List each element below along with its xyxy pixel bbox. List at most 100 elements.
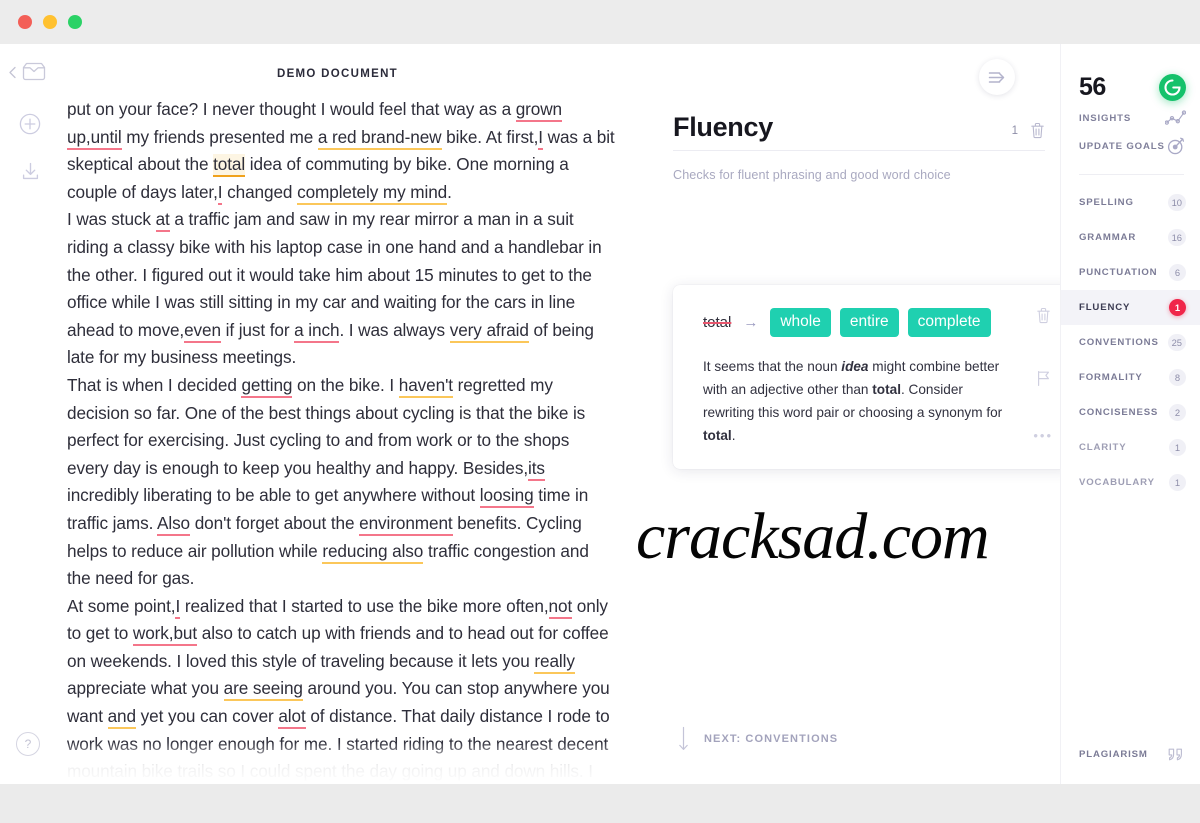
- left-rail: ?: [0, 44, 60, 784]
- document-run: I was stuck: [67, 209, 156, 230]
- document-issue-yellow[interactable]: very afraid: [449, 319, 529, 343]
- category-row-conciseness[interactable]: CONCISENESS 2: [1061, 395, 1200, 430]
- download-button[interactable]: [0, 148, 60, 194]
- category-row-conventions[interactable]: CONVENTIONS 25: [1061, 325, 1200, 360]
- category-row-clarity[interactable]: CLARITY 1: [1061, 430, 1200, 465]
- category-row-count: 16: [1167, 229, 1186, 246]
- help-button[interactable]: ?: [16, 732, 40, 756]
- document-issue-yellow[interactable]: a red brand-new: [317, 126, 442, 150]
- document-text[interactable]: put on your face? I never thought I woul…: [67, 96, 615, 784]
- document-issue-red[interactable]: a inch: [294, 319, 340, 343]
- next-category-label: NEXT: CONVENTIONS: [704, 733, 839, 745]
- document-issue-red[interactable]: alot: [278, 706, 306, 730]
- document-run: changed: [222, 181, 298, 202]
- category-row-count: 1: [1169, 474, 1186, 491]
- new-document-button[interactable]: [0, 100, 60, 148]
- trash-icon[interactable]: [1030, 122, 1045, 139]
- category-row-grammar[interactable]: GRAMMAR 16: [1061, 220, 1200, 255]
- category-row-label: VOCABULARY: [1079, 477, 1155, 488]
- explanation-fragment: It seems that the noun: [703, 358, 842, 374]
- update-goals-row[interactable]: UPDATE GOALS: [1061, 132, 1200, 160]
- arrow-right-icon: →: [743, 313, 759, 331]
- insights-row[interactable]: INSIGHTS: [1061, 104, 1200, 132]
- plagiarism-row[interactable]: PLAGIARISM: [1061, 747, 1200, 762]
- document-title: DEMO DOCUMENT: [276, 68, 399, 80]
- category-row-count: 1: [1169, 299, 1186, 316]
- suggestion-chip-2[interactable]: complete: [907, 308, 991, 337]
- category-row-label: CONVENTIONS: [1079, 337, 1159, 348]
- document-paragraph: I was stuck at a traffic jam and saw in …: [67, 206, 615, 372]
- category-row-fluency[interactable]: FLUENCY 1: [1061, 290, 1200, 325]
- document-issue-yellow[interactable]: are seeing: [223, 678, 303, 702]
- document-issue-active[interactable]: total: [213, 154, 245, 178]
- document-issue-red[interactable]: at: [155, 209, 170, 233]
- document-issue-yellow[interactable]: and: [107, 706, 136, 730]
- document-run: realized that I started to use the bike …: [180, 595, 549, 616]
- trash-icon[interactable]: [1036, 307, 1051, 324]
- category-row-label: GRAMMAR: [1079, 232, 1137, 243]
- explanation-fragment: total: [872, 381, 901, 397]
- category-title: Fluency: [673, 112, 773, 142]
- document-run: . I was always: [339, 319, 450, 340]
- category-list: SPELLING 10 GRAMMAR 16 PUNCTUATION 6 FLUENCY 1 C…: [1061, 185, 1200, 500]
- suggestion-replacement-row: total → whole entire complete: [703, 308, 1047, 337]
- ellipsis-icon[interactable]: •••: [1033, 429, 1053, 442]
- document-issue-yellow[interactable]: completely my mind: [297, 181, 447, 205]
- close-button[interactable]: [18, 15, 32, 29]
- document-issue-red[interactable]: its: [528, 457, 545, 481]
- category-row-spelling[interactable]: SPELLING 10: [1061, 185, 1200, 220]
- category-count: 1: [1011, 124, 1018, 137]
- document-run: bike. At first,: [441, 126, 539, 147]
- overall-score: 56: [1079, 72, 1106, 101]
- document-issue-red[interactable]: getting: [241, 374, 292, 398]
- document-issue-red[interactable]: environment: [359, 512, 453, 536]
- category-row-count: 8: [1169, 369, 1186, 386]
- document-paragraph: put on your face? I never thought I woul…: [67, 96, 615, 206]
- category-row-formality[interactable]: FORMALITY 8: [1061, 360, 1200, 395]
- minimize-button[interactable]: [43, 15, 57, 29]
- document-paragraph: That is when I decided getting on the bi…: [67, 372, 615, 593]
- window-titlebar: [0, 0, 1200, 44]
- target-goal-icon: [1166, 136, 1186, 156]
- document-issue-red[interactable]: loosing: [479, 485, 534, 509]
- document-issue-yellow[interactable]: reducing also: [322, 540, 423, 564]
- quote-icon: [1167, 747, 1185, 762]
- window-bottom-bar: [0, 784, 1200, 823]
- suggestion-chip-0[interactable]: whole: [770, 308, 831, 337]
- explanation-fragment: idea: [841, 358, 869, 374]
- category-row-count: 6: [1169, 264, 1186, 281]
- suggestion-card[interactable]: total → whole entire complete It seems t…: [673, 285, 1073, 469]
- document-issue-yellow[interactable]: haven't: [398, 374, 453, 398]
- category-row-label: FLUENCY: [1079, 302, 1131, 313]
- app-body: ? DEMO DOCUMENT put on your face? I neve…: [0, 44, 1200, 784]
- category-row-count: 25: [1167, 334, 1186, 351]
- document-issue-red[interactable]: even: [184, 319, 221, 343]
- document-issue-red[interactable]: work,but: [132, 623, 197, 647]
- plagiarism-label: PLAGIARISM: [1079, 749, 1148, 760]
- collapse-sidebar-button[interactable]: [979, 59, 1015, 95]
- document-issue-red[interactable]: Also: [156, 512, 190, 536]
- suggestion-chip-1[interactable]: entire: [839, 308, 899, 337]
- download-icon: [20, 161, 41, 182]
- document-run: put on your face? I never thought I woul…: [67, 99, 516, 119]
- category-row-vocabulary[interactable]: VOCABULARY 1: [1061, 465, 1200, 500]
- arrow-down-icon: [677, 726, 690, 752]
- window-controls: [18, 15, 82, 29]
- plus-circle-icon: [19, 113, 41, 135]
- grammarly-g-icon[interactable]: [1159, 73, 1186, 101]
- document-run: on the bike. I: [292, 374, 399, 395]
- document-paragraph: At some point,I realized that I started …: [67, 593, 615, 784]
- back-to-inbox-button[interactable]: [0, 44, 68, 100]
- flag-icon[interactable]: [1036, 370, 1051, 387]
- maximize-button[interactable]: [68, 15, 82, 29]
- insights-chart-icon: [1165, 110, 1186, 126]
- next-category-button[interactable]: NEXT: CONVENTIONS: [677, 726, 838, 752]
- category-row-punctuation[interactable]: PUNCTUATION 6: [1061, 255, 1200, 290]
- score-panel-divider: [1079, 174, 1184, 175]
- update-goals-label: UPDATE GOALS: [1079, 140, 1165, 152]
- document-issue-red[interactable]: not: [548, 595, 572, 619]
- app-window: ? DEMO DOCUMENT put on your face? I neve…: [0, 0, 1200, 823]
- document-issue-yellow[interactable]: really: [534, 650, 575, 674]
- document-run: yet you can cover: [135, 706, 279, 727]
- document-run: my friends presented me: [121, 126, 318, 147]
